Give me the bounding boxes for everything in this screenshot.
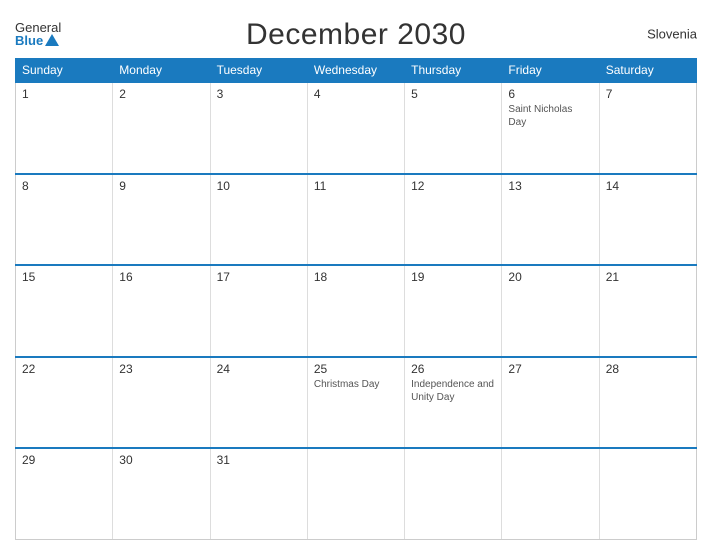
calendar-cell: 10	[210, 174, 307, 266]
calendar-cell: 22	[16, 357, 113, 449]
calendar-header: General Blue December 2030 Slovenia	[15, 10, 697, 58]
calendar-cell: 14	[599, 174, 696, 266]
calendar-week-row: 123456 Saint Nicholas Day 7	[16, 82, 697, 174]
day-number: 11	[314, 179, 398, 193]
calendar-cell: 31	[210, 448, 307, 540]
calendar-cell: 6 Saint Nicholas Day	[502, 82, 599, 174]
calendar-cell: 2	[113, 82, 210, 174]
calendar-cell: 30	[113, 448, 210, 540]
calendar-cell: 13	[502, 174, 599, 266]
calendar-cell: 3	[210, 82, 307, 174]
day-number: 16	[119, 270, 203, 284]
day-number: 21	[606, 270, 690, 284]
day-number: 20	[508, 270, 592, 284]
day-number: 8	[22, 179, 106, 193]
calendar-cell: 5	[405, 82, 502, 174]
calendar-cell: 17	[210, 265, 307, 357]
calendar-cell	[405, 448, 502, 540]
day-number: 13	[508, 179, 592, 193]
calendar-cell: 8	[16, 174, 113, 266]
day-number: 31	[217, 453, 301, 467]
day-number: 22	[22, 362, 106, 376]
day-number: 15	[22, 270, 106, 284]
calendar-table: SundayMondayTuesdayWednesdayThursdayFrid…	[15, 58, 697, 540]
holiday-label: Independence and Unity Day	[411, 378, 495, 404]
calendar-cell: 29	[16, 448, 113, 540]
calendar-week-row: 22 23 24 25 Christmas Day 26 Independence and …	[16, 357, 697, 449]
day-number: 1	[22, 87, 106, 101]
calendar-cell: 1	[16, 82, 113, 174]
calendar-cell: 7	[599, 82, 696, 174]
calendar-title: December 2030	[246, 18, 466, 52]
weekday-header: Friday	[502, 59, 599, 83]
calendar-week-row: 29 30 31	[16, 448, 697, 540]
logo-blue-text: Blue	[15, 34, 61, 47]
day-number: 24	[217, 362, 301, 376]
calendar-cell: 4	[307, 82, 404, 174]
day-number: 14	[606, 179, 690, 193]
calendar-cell: 12	[405, 174, 502, 266]
calendar-week-row: 15 16 17 18 19 20 21	[16, 265, 697, 357]
weekday-header: Saturday	[599, 59, 696, 83]
day-number: 9	[119, 179, 203, 193]
weekday-header: Thursday	[405, 59, 502, 83]
day-number: 10	[217, 179, 301, 193]
day-number: 17	[217, 270, 301, 284]
day-number: 25	[314, 362, 398, 376]
calendar-body: 123456Saint Nicholas Day7891011121314151…	[16, 82, 697, 540]
calendar-cell: 20	[502, 265, 599, 357]
calendar-cell	[599, 448, 696, 540]
calendar-cell: 19	[405, 265, 502, 357]
day-number: 27	[508, 362, 592, 376]
day-number: 26	[411, 362, 495, 376]
calendar-cell: 24	[210, 357, 307, 449]
calendar-cell: 28	[599, 357, 696, 449]
day-number: 30	[119, 453, 203, 467]
day-number: 29	[22, 453, 106, 467]
calendar-cell: 16	[113, 265, 210, 357]
calendar-cell: 18	[307, 265, 404, 357]
day-number: 12	[411, 179, 495, 193]
calendar-cell: 23	[113, 357, 210, 449]
weekday-header: Monday	[113, 59, 210, 83]
day-number: 2	[119, 87, 203, 101]
holiday-label: Saint Nicholas Day	[508, 103, 592, 129]
calendar-cell: 26 Independence and Unity Day	[405, 357, 502, 449]
country-label: Slovenia	[647, 27, 697, 42]
day-number: 18	[314, 270, 398, 284]
day-number: 7	[606, 87, 690, 101]
day-number: 6	[508, 87, 592, 101]
day-number: 19	[411, 270, 495, 284]
calendar-cell: 9	[113, 174, 210, 266]
weekday-header-row: SundayMondayTuesdayWednesdayThursdayFrid…	[16, 59, 697, 83]
logo-triangle-icon	[45, 34, 59, 46]
day-number: 4	[314, 87, 398, 101]
logo: General Blue	[15, 21, 61, 47]
weekday-header: Tuesday	[210, 59, 307, 83]
calendar-week-row: 89 10 11 12 13 14	[16, 174, 697, 266]
calendar-cell	[502, 448, 599, 540]
weekday-header: Wednesday	[307, 59, 404, 83]
calendar-cell: 15	[16, 265, 113, 357]
calendar-cell: 11	[307, 174, 404, 266]
day-number: 23	[119, 362, 203, 376]
calendar-cell: 21	[599, 265, 696, 357]
calendar-cell	[307, 448, 404, 540]
day-number: 3	[217, 87, 301, 101]
day-number: 5	[411, 87, 495, 101]
calendar-cell: 25 Christmas Day	[307, 357, 404, 449]
day-number: 28	[606, 362, 690, 376]
calendar-cell: 27	[502, 357, 599, 449]
holiday-label: Christmas Day	[314, 378, 398, 391]
weekday-header: Sunday	[16, 59, 113, 83]
